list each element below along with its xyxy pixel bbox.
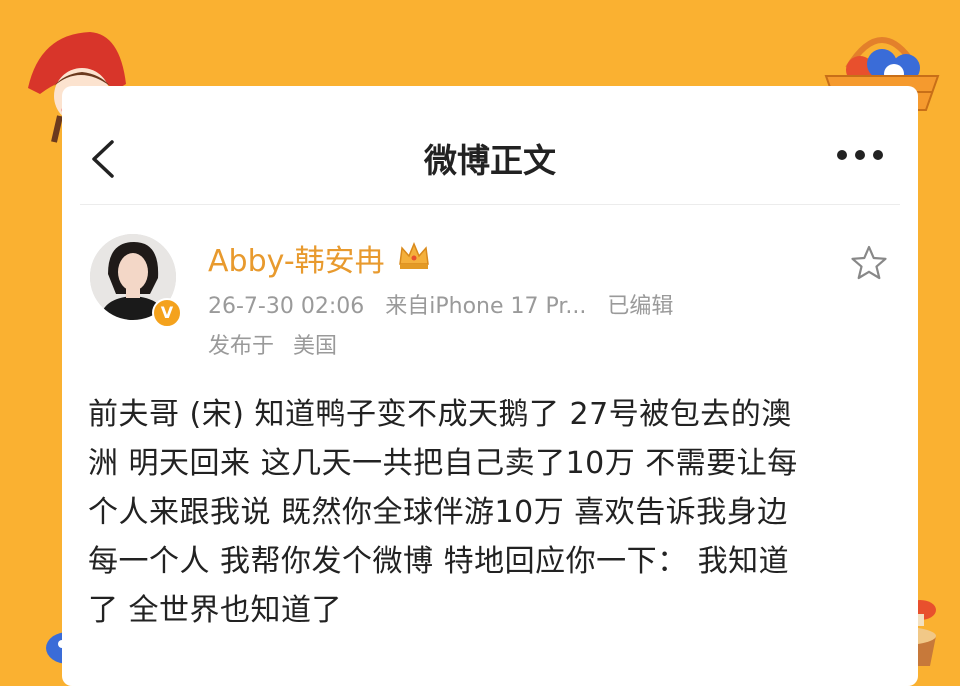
star-icon[interactable] bbox=[850, 244, 888, 282]
author-name[interactable]: Abby-韩安冉 bbox=[208, 236, 385, 280]
published-label: 发布于 bbox=[208, 334, 275, 359]
edited-label[interactable]: 已编辑 bbox=[607, 294, 673, 319]
post-line: 个人来跟我说 既然你全球伴游10万 喜欢告诉我身边 bbox=[88, 495, 788, 530]
post-line: 前夫哥 (宋) 知道鸭子变不成天鹅了 27号被包去的澳 bbox=[88, 397, 792, 432]
verified-v-icon: V bbox=[152, 298, 182, 328]
post-location: 发布于 美国 bbox=[208, 328, 349, 360]
location-value: 美国 bbox=[293, 334, 338, 359]
post-line: 了 全世界也知道了 bbox=[88, 593, 343, 628]
weibo-post-screen: 微博正文 V Abby-韩安冉 26-7-30 02:06 来自iPhone 1… bbox=[80, 104, 900, 664]
post-body: 前夫哥 (宋) 知道鸭子变不成天鹅了 27号被包去的澳 洲 明天回来 这几天一共… bbox=[88, 390, 888, 635]
post-meta: 26-7-30 02:06 来自iPhone 17 Pr... 已编辑 bbox=[208, 288, 687, 320]
more-dots-icon[interactable] bbox=[836, 148, 884, 162]
post-line: 每一个人 我帮你发个微博 特地回应你一下： 我知道 bbox=[88, 544, 790, 579]
page-title: 微博正文 bbox=[424, 141, 556, 180]
post-line: 洲 明天回来 这几天一共把自己卖了10万 不需要让每 bbox=[88, 446, 798, 481]
crown-icon bbox=[399, 242, 429, 269]
navigation-bar: 微博正文 bbox=[80, 104, 900, 205]
post-source: 来自iPhone 17 Pr... bbox=[385, 294, 587, 319]
post-timestamp: 26-7-30 02:06 bbox=[208, 294, 365, 319]
